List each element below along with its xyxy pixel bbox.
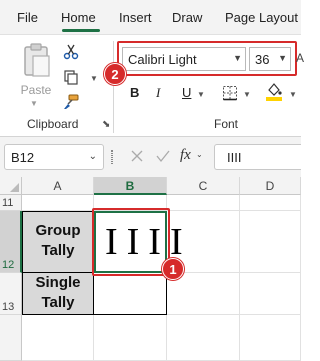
- borders-dropdown-icon[interactable]: ▼: [243, 90, 251, 99]
- cut-button[interactable]: [60, 41, 82, 63]
- select-all-icon: [10, 183, 19, 192]
- paste-label: Paste: [20, 83, 52, 97]
- fill-color-dropdown-icon[interactable]: ▼: [289, 90, 297, 99]
- cell-c13[interactable]: [167, 273, 240, 315]
- row-header-12[interactable]: 12: [0, 211, 22, 273]
- spreadsheet-grid: A B C D 11 12 13 Group Tally IIII Single…: [0, 177, 301, 361]
- cell-b14[interactable]: [94, 315, 167, 361]
- fill-color-icon: [266, 83, 282, 101]
- column-header-c[interactable]: C: [167, 177, 240, 195]
- callout-badge-1: 1: [162, 258, 184, 280]
- format-painter-button[interactable]: [60, 91, 82, 113]
- paste-dropdown-icon[interactable]: ▼: [30, 99, 38, 108]
- paste-button[interactable]: Paste ▼: [16, 41, 56, 108]
- formula-input[interactable]: IIII: [214, 144, 301, 170]
- chevron-down-icon[interactable]: ⌄: [196, 150, 203, 159]
- cell-d14[interactable]: [240, 315, 301, 361]
- italic-button[interactable]: I: [156, 85, 160, 101]
- cell-d12[interactable]: [240, 211, 301, 273]
- chevron-down-icon: ⌄: [88, 151, 97, 162]
- formula-controls: fx ⌄: [118, 144, 210, 170]
- callout-badge-2: 2: [104, 63, 126, 85]
- paste-icon: [24, 43, 50, 77]
- cell-a12-text: Group Tally: [35, 222, 81, 259]
- scissors-icon: [63, 44, 79, 60]
- column-header-a[interactable]: A: [22, 177, 94, 195]
- row-header-14[interactable]: [0, 315, 22, 361]
- cell-d13[interactable]: [240, 273, 301, 315]
- cell-c14[interactable]: [167, 315, 240, 361]
- borders-icon: [223, 86, 237, 101]
- ribbon: Paste ▼ ▼ Clipboard ⬊ Calibri Light ▼ 36…: [0, 34, 304, 137]
- formula-value: IIII: [227, 150, 242, 165]
- tab-file[interactable]: File: [17, 10, 38, 25]
- copy-dropdown-icon[interactable]: ▼: [90, 74, 98, 83]
- clipboard-group-label: Clipboard: [27, 117, 79, 131]
- underline-dropdown-icon[interactable]: ▼: [197, 90, 205, 99]
- fill-color-button[interactable]: [263, 80, 285, 102]
- column-header-d[interactable]: D: [240, 177, 301, 195]
- cell-a14[interactable]: [22, 315, 94, 361]
- cell-b13[interactable]: [94, 273, 167, 315]
- copy-button[interactable]: [60, 66, 82, 88]
- active-tab-indicator: [62, 29, 100, 32]
- increase-font-size-icon[interactable]: A: [296, 51, 304, 65]
- underline-button[interactable]: U: [182, 85, 191, 100]
- cell-a13[interactable]: Single Tally: [22, 273, 94, 315]
- ribbon-tabs: File Home Insert Draw Page Layout: [0, 0, 301, 34]
- cell-a11[interactable]: [22, 195, 94, 211]
- formula-bar-resize-handle[interactable]: [111, 150, 113, 164]
- formula-bar: B12 ⌄ fx ⌄ IIII: [0, 137, 301, 177]
- tab-insert[interactable]: Insert: [119, 10, 152, 25]
- borders-button[interactable]: [219, 82, 241, 104]
- tab-draw[interactable]: Draw: [172, 10, 202, 25]
- clipboard-dialog-launcher-icon[interactable]: ⬊: [102, 119, 110, 130]
- enter-check-icon[interactable]: [156, 149, 170, 163]
- name-box[interactable]: B12 ⌄: [4, 144, 104, 170]
- tab-page-layout[interactable]: Page Layout: [225, 10, 298, 25]
- bold-button[interactable]: B: [130, 85, 139, 100]
- cell-c11[interactable]: [167, 195, 240, 211]
- cell-d11[interactable]: [240, 195, 301, 211]
- name-box-value: B12: [11, 150, 35, 165]
- select-all-corner[interactable]: [0, 177, 22, 195]
- group-divider: [113, 41, 114, 133]
- row-header-11[interactable]: 11: [0, 195, 22, 211]
- column-header-b[interactable]: B: [94, 177, 167, 195]
- copy-icon: [64, 70, 78, 85]
- cancel-icon[interactable]: [130, 149, 144, 163]
- font-group-label: Font: [214, 117, 239, 131]
- cell-a12[interactable]: Group Tally: [22, 211, 94, 273]
- cell-a13-text: Single Tally: [35, 274, 81, 311]
- row-header-13[interactable]: 13: [0, 273, 22, 315]
- insert-function-button[interactable]: fx: [180, 147, 191, 164]
- cell-callout-outline: [92, 208, 170, 276]
- format-painter-icon: [64, 94, 79, 109]
- font-callout-outline: [117, 41, 297, 76]
- tab-home[interactable]: Home: [61, 10, 96, 25]
